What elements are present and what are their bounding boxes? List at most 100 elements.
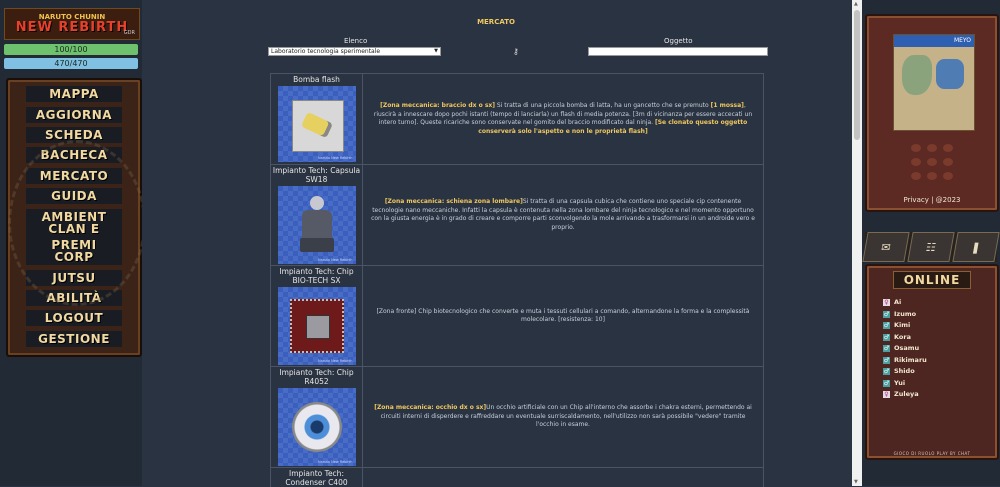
item-row: Impianto Tech: Capsula SW18 Naruto New R…: [271, 165, 763, 266]
online-panel: ONLINE ♀ Ai ♂ Izumo ♂ Kimi ♂ Kora ♂ Osamu ♂ Ri…: [865, 264, 999, 460]
world-map[interactable]: MEYO: [893, 34, 975, 131]
menu-item-logout[interactable]: LOGOUT: [8, 308, 140, 328]
menu-item-mappa[interactable]: MAPPA: [8, 84, 140, 104]
location-dot[interactable]: [911, 144, 921, 152]
item-row: Impianto Tech: Chip R4052 Naruto New Reb…: [271, 367, 763, 468]
right-sidebar: MEYO Privacy | @2023 ✉ ☷ ❚ ONLINE ♀ Ai ♂ I…: [862, 0, 1000, 486]
category-select[interactable]: Laboratorio tecnologia sperimentale ▼: [268, 47, 441, 56]
menu-item-clan[interactable]: CLAN E PREMI: [8, 220, 140, 253]
chakra-bar: 470/470: [4, 58, 138, 69]
location-dot[interactable]: [927, 144, 937, 152]
item-name: Bomba flash: [293, 75, 340, 84]
male-icon: ♂: [883, 322, 890, 330]
menu-item-abilita[interactable]: ABILITÀ: [8, 288, 140, 308]
watermark: Naruto New Rebirth: [318, 156, 353, 160]
eye-icon: [291, 402, 342, 452]
map-location-dots: [911, 144, 957, 180]
female-icon: ♀: [883, 299, 890, 307]
item-name: Impianto Tech: Capsula SW18: [272, 166, 361, 184]
item-description: [Zona meccanica: schiena zona lombare]Si…: [371, 198, 755, 231]
user-item[interactable]: ♂ Izumo: [883, 309, 997, 321]
market-panel: MERCATO Elenco Oggetto Laboratorio tecno…: [142, 0, 850, 487]
menu-item-aggiorna[interactable]: AGGIORNA: [8, 104, 140, 124]
left-sidebar: NARUTO CHUNIN NEW REBIRTH GDR 100/100 47…: [0, 0, 146, 486]
watermark: Naruto New Rebirth: [318, 359, 353, 363]
privacy-link[interactable]: Privacy | @2023: [867, 196, 997, 204]
item-row: Impianto Tech: Chip BIO-TECH SX Naruto N…: [271, 266, 763, 367]
item-description: [Zona meccanica: braccio dx o sx] Si tra…: [373, 102, 753, 135]
female-icon: ♀: [883, 391, 890, 399]
menu-item-bacheca[interactable]: BACHECA: [8, 145, 140, 165]
menu-item-jutsu[interactable]: JUTSU: [8, 268, 140, 288]
male-icon: ♂: [883, 310, 890, 318]
user-item[interactable]: ♂ Osamu: [883, 343, 997, 355]
item-row: Bomba flash Naruto New Rebirth [Zona mec…: [271, 74, 763, 165]
item-name: Impianto Tech: Condenser C400: [285, 469, 348, 487]
object-input[interactable]: [588, 47, 768, 56]
menu-item-scheda[interactable]: SCHEDA: [8, 125, 140, 145]
menu-item-corp[interactable]: CORP: [8, 247, 140, 267]
location-dot[interactable]: [911, 172, 921, 180]
menu-item-gestione[interactable]: GESTIONE: [8, 329, 140, 349]
object-label: Oggetto: [664, 37, 693, 45]
hp-bar: 100/100: [4, 44, 138, 55]
user-item[interactable]: ♂ Yui: [883, 378, 997, 390]
watermark: Naruto New Rebirth: [318, 460, 353, 464]
male-icon: ♂: [883, 356, 890, 364]
map-panel: MEYO Privacy | @2023: [865, 14, 999, 212]
male-icon: ♂: [883, 333, 890, 341]
footer-tagline: GIOCO DI RUOLO PLAY BY CHAT: [893, 451, 971, 456]
user-item[interactable]: ♀ Zuleya: [883, 389, 997, 401]
page-title: MERCATO: [477, 18, 515, 26]
user-item[interactable]: ♂ Shido: [883, 366, 997, 378]
male-icon: ♂: [883, 345, 890, 353]
item-name: Impianto Tech: Chip R4052: [279, 368, 354, 386]
item-row: Impianto Tech: Condenser C400: [271, 468, 763, 487]
location-dot[interactable]: [911, 158, 921, 166]
item-name: Impianto Tech: Chip BIO-TECH SX: [279, 267, 354, 285]
online-title: ONLINE: [893, 271, 971, 289]
item-image-cell: Impianto Tech: Capsula SW18 Naruto New R…: [271, 165, 363, 265]
item-image-cell: Bomba flash Naruto New Rebirth: [271, 74, 363, 164]
location-dot[interactable]: [943, 158, 953, 166]
chat-icon[interactable]: ☷: [907, 232, 955, 262]
item-description: [363, 468, 763, 487]
flash-bomb-icon: [300, 111, 333, 139]
document-icon[interactable]: ❚: [952, 232, 1000, 262]
page-scrollbar[interactable]: ▲ ▼: [852, 0, 862, 486]
menu-item-mercato[interactable]: MERCATO: [8, 166, 140, 186]
item-table: Bomba flash Naruto New Rebirth [Zona mec…: [270, 73, 764, 487]
item-image[interactable]: Naruto New Rebirth: [277, 287, 356, 365]
scroll-up-icon[interactable]: ▲: [854, 1, 858, 7]
location-dot[interactable]: [927, 172, 937, 180]
key-icon[interactable]: ⚷: [513, 47, 519, 56]
chip-icon: [289, 299, 344, 353]
item-image[interactable]: Naruto New Rebirth: [277, 186, 356, 264]
location-dot[interactable]: [943, 172, 953, 180]
list-label: Elenco: [344, 37, 368, 45]
game-logo[interactable]: NARUTO CHUNIN NEW REBIRTH GDR: [4, 8, 140, 40]
watermark: Naruto New Rebirth: [318, 258, 353, 262]
user-item[interactable]: ♂ Kora: [883, 332, 997, 344]
scroll-down-icon[interactable]: ▼: [854, 479, 858, 485]
scroll-thumb[interactable]: [854, 10, 860, 140]
item-image-cell: Impianto Tech: Condenser C400: [271, 468, 363, 487]
item-description: [Zona meccanica: occhio dx o sx]Un occhi…: [374, 404, 752, 429]
map-banner: MEYO: [953, 37, 971, 44]
user-item[interactable]: ♀ Ai: [883, 297, 997, 309]
scroll-icon[interactable]: ✉: [862, 232, 910, 262]
ninja-figure-icon: [299, 196, 334, 254]
item-description: [Zona fronte] Chip biotecnologico che co…: [376, 307, 750, 324]
male-icon: ♂: [883, 379, 890, 387]
menu-item-guida[interactable]: GUIDA: [8, 186, 140, 206]
logo-line2: NEW REBIRTH: [15, 20, 129, 35]
location-dot[interactable]: [927, 158, 937, 166]
user-item[interactable]: ♂ Kimi: [883, 320, 997, 332]
quick-icons: ✉ ☷ ❚: [862, 232, 1000, 262]
category-selected: Laboratorio tecnologia sperimentale: [271, 48, 381, 55]
location-dot[interactable]: [943, 144, 953, 152]
item-image[interactable]: Naruto New Rebirth: [277, 388, 356, 466]
main-menu: MAPPA AGGIORNA SCHEDA BACHECA MERCATO GU…: [6, 78, 146, 357]
item-image[interactable]: Naruto New Rebirth: [277, 86, 356, 162]
user-item[interactable]: ♂ Rikimaru: [883, 355, 997, 367]
